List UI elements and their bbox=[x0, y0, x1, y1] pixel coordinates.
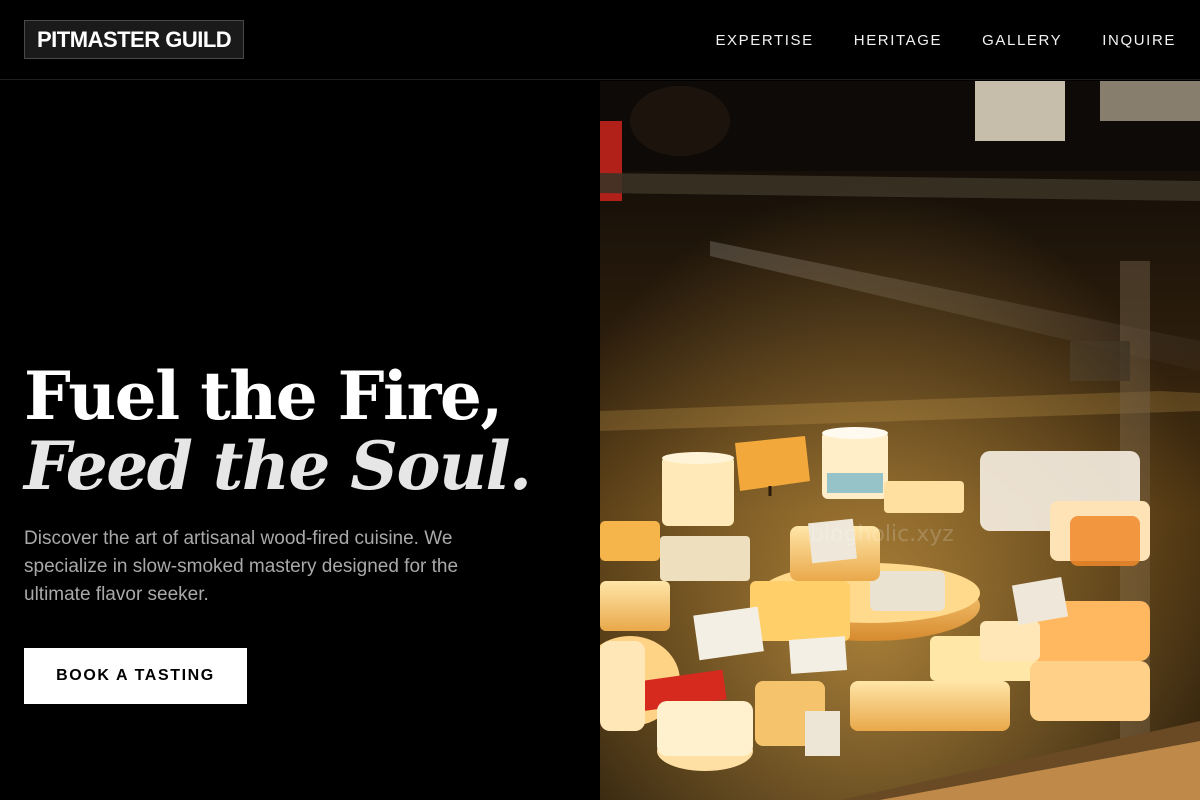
hero-description: Discover the art of artisanal wood-fired… bbox=[24, 528, 459, 605]
cheese-display-photo: blogholic.xyz bbox=[600, 81, 1200, 800]
hero-text-panel: Fuel the Fire, Feed the Soul. Discover t… bbox=[0, 81, 600, 800]
nav-item-heritage[interactable]: HERITAGE bbox=[854, 32, 942, 49]
site-header: PITMASTER GUILD EXPERTISE HERITAGE GALLE… bbox=[0, 0, 1200, 80]
main-nav: EXPERTISE HERITAGE GALLERY INQUIRE bbox=[715, 0, 1176, 80]
nav-item-gallery[interactable]: GALLERY bbox=[982, 32, 1062, 49]
nav-item-inquire[interactable]: INQUIRE bbox=[1102, 32, 1176, 49]
svg-text:blogholic.xyz: blogholic.xyz bbox=[810, 522, 954, 547]
book-tasting-button[interactable]: BOOK A TASTING bbox=[24, 648, 247, 704]
nav-item-expertise[interactable]: EXPERTISE bbox=[715, 32, 813, 49]
hero-headline: Fuel the Fire, Feed the Soul. bbox=[24, 361, 584, 501]
headline-line-2: Feed the Soul. bbox=[24, 427, 532, 505]
brand-logo[interactable]: PITMASTER GUILD bbox=[24, 20, 245, 59]
headline-line-1: Fuel the Fire, bbox=[24, 357, 503, 435]
hero-image: blogholic.xyz bbox=[600, 81, 1200, 800]
